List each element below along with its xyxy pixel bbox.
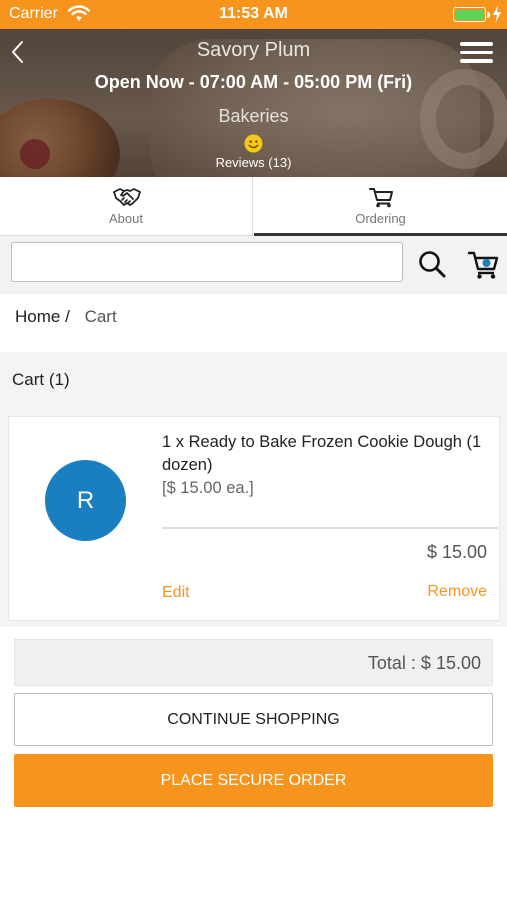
tab-about-label: About [109,211,143,226]
store-header: Savory Plum Open Now - 07:00 AM - 05:00 … [0,29,507,177]
battery-tip [487,12,490,18]
item-name: 1 x Ready to Bake Frozen Cookie Dough (1… [162,433,482,474]
tab-ordering[interactable]: Ordering [254,177,507,236]
handshake-icon [113,188,141,206]
breadcrumb-home[interactable]: Home [15,307,60,326]
item-divider [162,527,498,529]
item-line-total: $ 15.00 [426,542,487,562]
continue-shopping-button[interactable]: CONTINUE SHOPPING [14,693,493,746]
charging-bolt-icon [493,5,501,23]
remove-item-button[interactable]: Remove [427,583,487,601]
cart-summary: Total : $ 15.00 CONTINUE SHOPPING PLACE … [0,627,507,900]
smiley-icon [244,134,263,153]
item-avatar: R [45,460,126,541]
edit-item-button[interactable]: Edit [162,584,190,602]
store-category: Bakeries [218,106,289,126]
cart-total: Total : $ 15.00 [367,653,481,673]
cart-icon [369,188,393,208]
tab-bar: About Ordering [0,177,507,236]
cart-title: Cart (1) [12,370,70,389]
breadcrumb-current: Cart [84,307,117,326]
search-input[interactable] [11,242,403,282]
reviews-link[interactable]: Reviews (13) [0,155,507,170]
tab-about[interactable]: About [0,177,253,236]
breadcrumb-separator: / [65,307,70,326]
status-bar: Carrier 11:53 AM [0,0,507,29]
tab-ordering-label: Ordering [355,211,406,226]
clock: 11:53 AM [219,5,288,22]
item-unit-price: [$ 15.00 ea.] [162,479,254,497]
cart-section: Cart (1) R 1 x Ready to Bake Frozen Cook… [0,352,507,900]
shopping-cart-icon[interactable] [467,250,499,280]
total-box: Total : $ 15.00 [14,639,493,686]
store-hours: Open Now - 07:00 AM - 05:00 PM (Fri) [94,72,413,92]
breadcrumb: Home / Cart [15,307,117,327]
battery-icon [453,7,486,22]
store-name: Savory Plum [196,39,311,61]
search-icon[interactable] [418,250,446,278]
search-bar [0,236,507,294]
cart-item: R 1 x Ready to Bake Frozen Cookie Dough … [8,416,500,621]
place-secure-order-button[interactable]: PLACE SECURE ORDER [14,754,493,807]
